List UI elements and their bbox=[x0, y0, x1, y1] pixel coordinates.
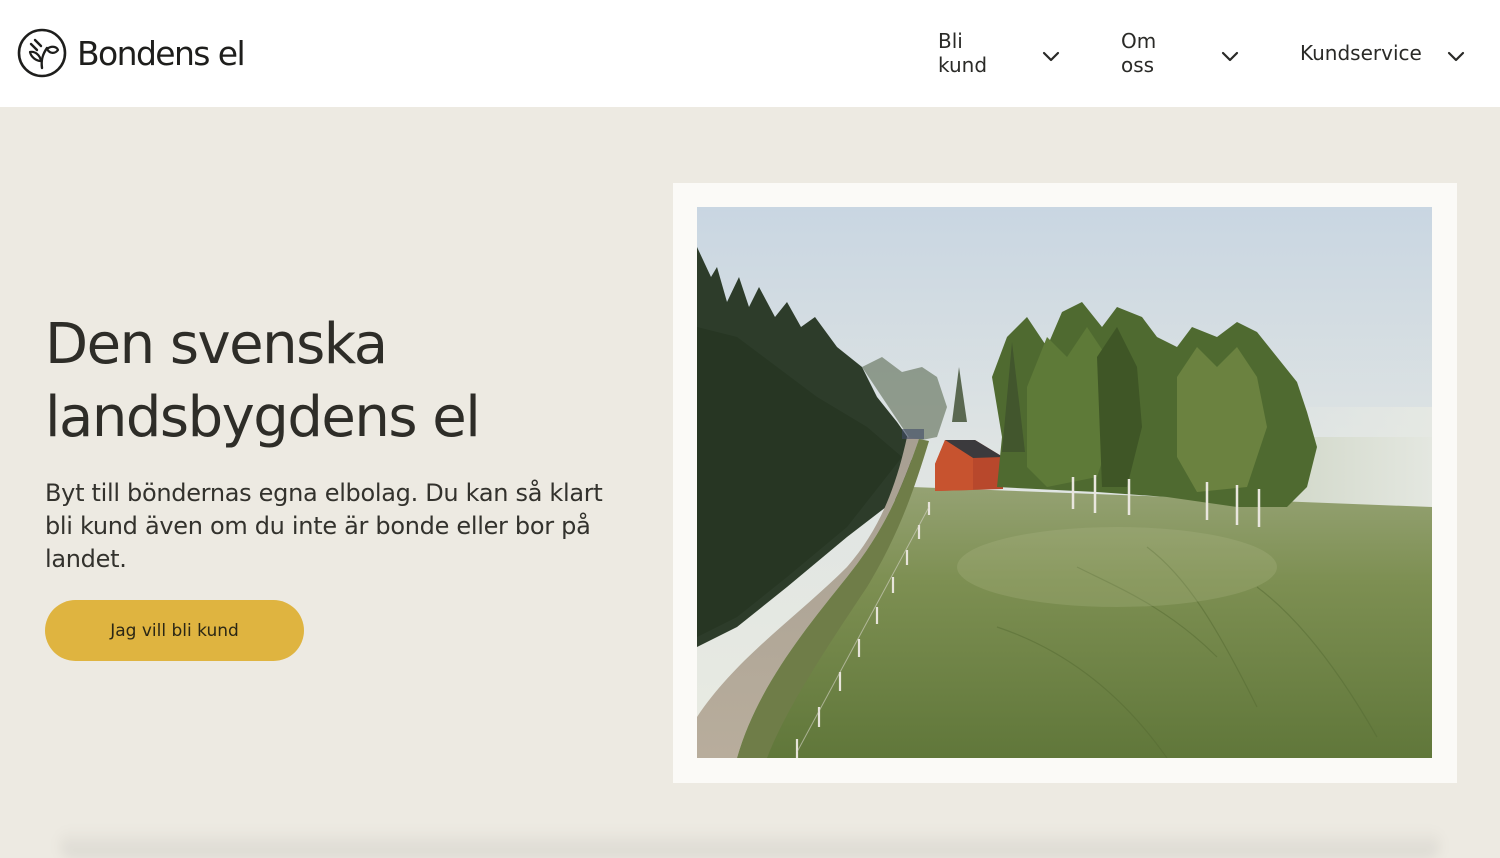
become-customer-button[interactable]: Jag vill bli kund bbox=[45, 600, 304, 661]
hero-description: Byt till böndernas egna elbolag. Du kan … bbox=[45, 479, 603, 573]
chevron-down-icon bbox=[1042, 44, 1060, 68]
brand-name: Bondens el bbox=[77, 33, 246, 73]
site-header: Bondens el Bli kund Om oss Kundservice bbox=[0, 0, 1500, 107]
chevron-down-icon bbox=[1221, 44, 1239, 68]
hero-title: Den svenska landsbygdens el bbox=[45, 308, 645, 454]
next-section-edge bbox=[60, 828, 1440, 858]
plug-leaf-logo-icon bbox=[17, 28, 67, 78]
hero-photo-countryside bbox=[697, 207, 1432, 758]
nav-item-bli-kund[interactable]: Bli kund bbox=[938, 29, 1060, 77]
nav-item-label: Kundservice bbox=[1300, 41, 1422, 65]
hero-title-line-1: Den svenska bbox=[45, 312, 388, 377]
nav-item-label: Om oss bbox=[1121, 29, 1157, 77]
nav-item-om-oss[interactable]: Om oss bbox=[1121, 29, 1239, 77]
nav-item-label: Bli kund bbox=[938, 29, 988, 77]
hero-title-line-2: landsbygdens el bbox=[45, 385, 481, 450]
brand-logo[interactable]: Bondens el bbox=[17, 28, 246, 78]
nav-item-kundservice[interactable]: Kundservice bbox=[1300, 38, 1465, 68]
hero-photo-frame bbox=[673, 183, 1457, 783]
chevron-down-icon bbox=[1447, 44, 1465, 68]
